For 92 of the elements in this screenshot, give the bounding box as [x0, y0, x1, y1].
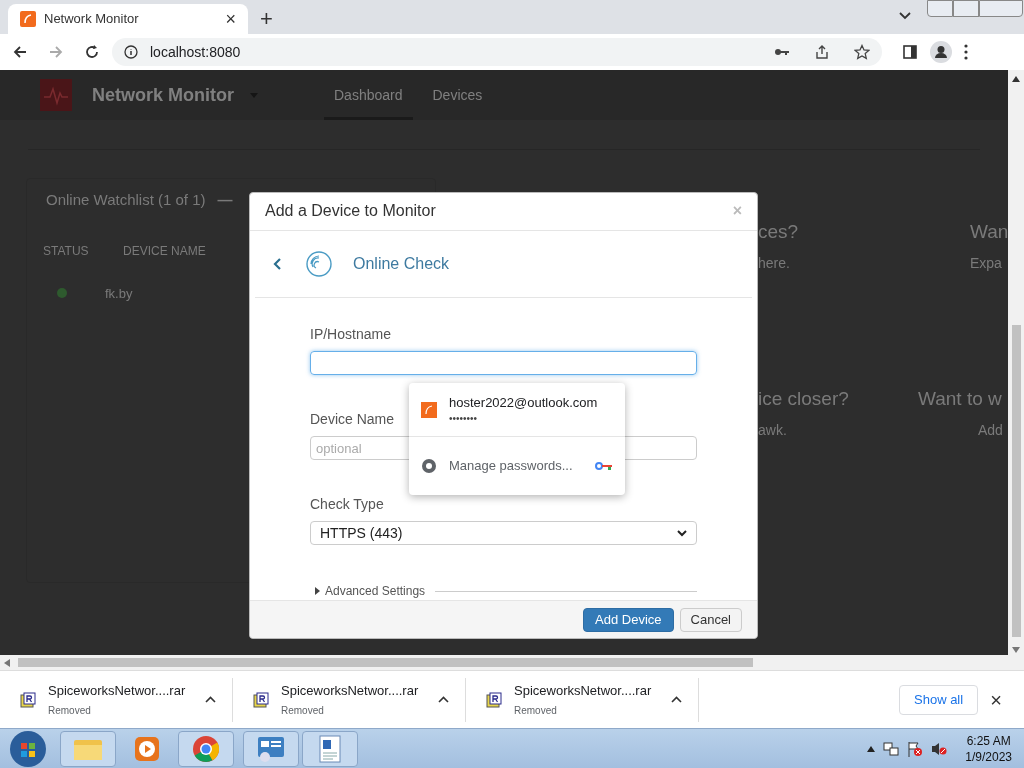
- app-logo-icon: [20, 11, 36, 27]
- flag-icon[interactable]: [907, 740, 924, 757]
- clock-time[interactable]: 6:25 AM: [966, 732, 1011, 749]
- menu-icon[interactable]: [964, 44, 968, 60]
- document-icon: [318, 734, 342, 763]
- download-item[interactable]: SpiceworksNetwor....rar Removed: [233, 677, 466, 722]
- nav-tab[interactable]: Dashboard: [324, 70, 413, 120]
- side-panel-icon[interactable]: [902, 44, 918, 60]
- advanced-settings-toggle[interactable]: Advanced Settings: [315, 582, 426, 601]
- network-icon[interactable]: [883, 740, 900, 757]
- share-icon[interactable]: [814, 44, 830, 60]
- key-icon[interactable]: [774, 47, 790, 57]
- saved-password: ••••••••: [449, 412, 478, 427]
- add-device-button[interactable]: Add Device: [583, 607, 674, 632]
- vertical-scrollbar-thumb[interactable]: [1011, 325, 1021, 637]
- download-status: Removed: [514, 704, 558, 719]
- chrome-taskbar-icon[interactable]: [178, 730, 234, 767]
- new-tab-button[interactable]: +: [260, 8, 273, 30]
- cancel-button[interactable]: Cancel: [679, 607, 742, 632]
- start-button-icon[interactable]: [8, 729, 48, 768]
- network-tool-taskbar-icon[interactable]: [243, 730, 299, 767]
- minimize-button[interactable]: [927, 0, 953, 17]
- url-text: localhost:8080: [150, 42, 242, 62]
- download-item[interactable]: SpiceworksNetwor....rar Removed: [466, 677, 699, 722]
- key-icon: [595, 462, 613, 470]
- tab-title: Network Monitor: [44, 10, 140, 29]
- globe-signal-icon: [306, 251, 332, 277]
- field-label: Check Type: [310, 495, 384, 515]
- saved-account[interactable]: hoster2022@outlook.com: [449, 392, 598, 413]
- site-logo-icon: [421, 401, 437, 418]
- download-item[interactable]: SpiceworksNetwor....rar Removed: [0, 677, 233, 722]
- archive-file-icon: [486, 691, 502, 708]
- back-icon[interactable]: [12, 44, 28, 60]
- archive-file-icon: [20, 691, 36, 708]
- tip-title: ice closer?: [758, 387, 849, 411]
- chevron-up-icon[interactable]: [671, 696, 682, 703]
- document-taskbar-icon[interactable]: [302, 730, 358, 767]
- star-icon[interactable]: [854, 44, 870, 60]
- download-status: Removed: [48, 704, 92, 719]
- text-input-field[interactable]: [310, 351, 697, 376]
- tip-title: Want to w: [918, 387, 1002, 411]
- tip-title: ces?: [758, 220, 799, 244]
- reload-icon[interactable]: [84, 44, 100, 60]
- browser-icon: [192, 734, 220, 763]
- close-downloads-button[interactable]: ×: [990, 684, 1002, 715]
- back-chevron-icon[interactable]: [273, 258, 281, 270]
- close-window-button[interactable]: [979, 0, 1023, 17]
- archive-file-icon: [253, 691, 269, 708]
- clock-date[interactable]: 1/9/2023: [965, 748, 1012, 765]
- watchlist-title: Online Watchlist (1 of 1): [46, 190, 206, 210]
- browser-icon: [422, 459, 436, 473]
- column-header: DEVICE NAME: [123, 242, 207, 260]
- download-status: Removed: [281, 704, 325, 719]
- tip-text: here.: [758, 253, 790, 273]
- download-filename: SpiceworksNetwor....rar: [48, 681, 187, 700]
- field-label: IP/Hostname: [310, 325, 391, 345]
- download-filename: SpiceworksNetwor....rar: [514, 681, 653, 700]
- horizontal-scrollbar-thumb[interactable]: [18, 658, 753, 667]
- info-icon[interactable]: [124, 45, 138, 59]
- scroll-down-icon[interactable]: [1012, 647, 1020, 653]
- play-icon: [133, 734, 161, 763]
- chevron-down-icon: [677, 529, 687, 537]
- speaker-muted-icon[interactable]: [931, 740, 948, 757]
- nav-tab[interactable]: Devices: [422, 70, 493, 120]
- manage-passwords-link[interactable]: Manage passwords...: [449, 456, 573, 476]
- close-tab-button[interactable]: ×: [225, 10, 236, 28]
- scroll-up-icon[interactable]: [1012, 76, 1020, 82]
- app-logo-icon: [40, 79, 72, 111]
- expand-triangle-icon: [315, 587, 320, 596]
- show-all-button[interactable]: Show all: [899, 684, 979, 715]
- chevron-up-icon[interactable]: [205, 696, 216, 703]
- tip-text: awk.: [758, 420, 787, 440]
- tip-text: Add: [978, 420, 1003, 440]
- dashboard-icon: [256, 734, 286, 763]
- download-filename: SpiceworksNetwor....rar: [281, 681, 420, 700]
- tab-search-icon[interactable]: [898, 11, 912, 21]
- check-type-dropdown[interactable]: HTTPS (443): [310, 521, 697, 546]
- profile-icon[interactable]: [930, 41, 952, 63]
- field-label: Device Name: [310, 410, 395, 430]
- show-hidden-icons-icon[interactable]: [867, 745, 876, 752]
- scroll-left-icon[interactable]: [4, 658, 10, 667]
- step-title: Online Check: [353, 254, 450, 274]
- chevron-up-icon[interactable]: [438, 696, 449, 703]
- address-bar[interactable]: localhost:8080: [112, 38, 882, 66]
- dialog-title: Add a Device to Monitor: [265, 201, 436, 222]
- restore-button[interactable]: [953, 0, 979, 17]
- browser-tab[interactable]: Network Monitor ×: [8, 4, 248, 34]
- app-title: Network Monitor: [92, 83, 234, 107]
- tip-title: Wan: [970, 220, 1008, 244]
- device-name: fk.by: [105, 284, 133, 303]
- tip-text: Expa: [970, 253, 1002, 273]
- column-header: STATUS: [43, 242, 90, 260]
